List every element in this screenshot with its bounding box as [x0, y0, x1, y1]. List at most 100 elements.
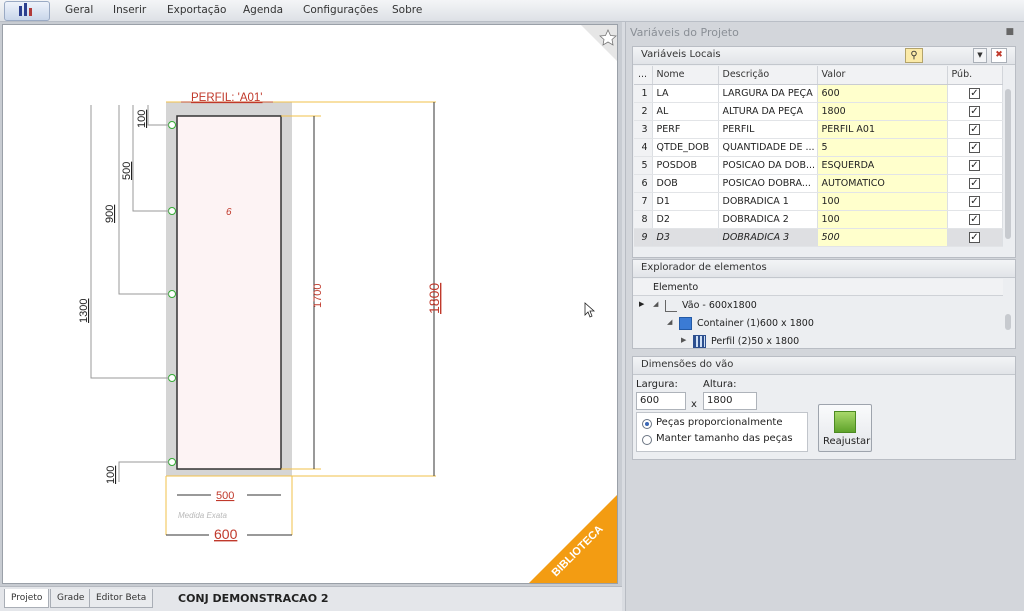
var-description[interactable]: DOBRADICA 3	[718, 228, 818, 247]
var-value[interactable]: 600	[817, 84, 948, 103]
dropdown-icon[interactable]: ▼	[973, 48, 987, 63]
var-name[interactable]: PERF	[652, 120, 719, 139]
var-public-checkbox[interactable]: ✓	[947, 138, 1003, 157]
menu-configuracoes[interactable]: Configurações	[303, 4, 378, 16]
height-input[interactable]: 1800	[703, 392, 757, 410]
var-public-checkbox[interactable]: ✓	[947, 84, 1003, 103]
table-row[interactable]: 3 PERF PERFIL PERFIL A01 ✓	[634, 120, 1003, 139]
table-row[interactable]: 2 AL ALTURA DA PEÇA 1800 ✓	[634, 102, 1003, 121]
var-public-checkbox[interactable]: ✓	[947, 174, 1003, 193]
var-description[interactable]: DOBRADICA 2	[718, 210, 818, 229]
radio-proportional-label[interactable]: Peças proporcionalmente	[656, 417, 783, 428]
tree-item-vao[interactable]: ▶ ◢ Vão - 600x1800	[637, 298, 1003, 316]
drawing-canvas[interactable]: 100 500 900 1300 100 PERFIL: 'A01' 6 170…	[2, 24, 618, 584]
var-name[interactable]: D2	[652, 210, 719, 229]
col-nome[interactable]: Nome	[652, 66, 719, 85]
readjust-button[interactable]: Reajustar	[818, 404, 872, 452]
tab-projeto[interactable]: Projeto	[4, 589, 50, 608]
delete-icon[interactable]: ✖	[991, 48, 1007, 63]
panel-piece[interactable]	[176, 115, 282, 470]
var-description[interactable]: POSICAO DA DOB...	[718, 156, 818, 175]
col-pub[interactable]: Púb.	[947, 66, 1003, 85]
explorer-scrollbar[interactable]	[1003, 298, 1013, 348]
col-descricao[interactable]: Descrição	[718, 66, 818, 85]
checkbox-icon[interactable]: ✓	[969, 195, 980, 207]
var-description[interactable]: POSICAO DOBRA...	[718, 174, 818, 193]
menu-geral[interactable]: Geral	[65, 4, 93, 16]
var-public-checkbox[interactable]: ✓	[947, 156, 1003, 175]
var-value[interactable]: 100	[817, 192, 948, 211]
col-index[interactable]: ...	[634, 66, 653, 85]
dim-1800: 1800	[426, 283, 442, 314]
var-value[interactable]: 100	[817, 210, 948, 229]
table-row[interactable]: 7 D1 DOBRADICA 1 100 ✓	[634, 192, 1003, 211]
var-name[interactable]: POSDOB	[652, 156, 719, 175]
table-row[interactable]: 6 DOB POSICAO DOBRA... AUTOMATICO ✓	[634, 174, 1003, 193]
var-value[interactable]: AUTOMATICO	[817, 174, 948, 193]
checkbox-icon[interactable]: ✓	[969, 141, 980, 153]
menu-inserir[interactable]: Inserir	[113, 4, 146, 16]
search-icon[interactable]: ⚲	[905, 48, 923, 63]
var-name[interactable]: QTDE_DOB	[652, 138, 719, 157]
biblioteca-ribbon[interactable]	[527, 493, 618, 584]
collapse-icon[interactable]: ◢	[667, 318, 672, 326]
var-name[interactable]: LA	[652, 84, 719, 103]
checkbox-icon[interactable]: ✓	[969, 213, 980, 225]
pin-icon[interactable]: ■	[1005, 27, 1014, 37]
row-pointer-icon: ▶	[639, 300, 645, 308]
table-row[interactable]: 1 LA LARGURA DA PEÇA 600 ✓	[634, 84, 1003, 103]
var-description[interactable]: PERFIL	[718, 120, 818, 139]
hinge-4[interactable]	[168, 374, 176, 382]
var-description[interactable]: QUANTIDADE DE ...	[718, 138, 818, 157]
menu-agenda[interactable]: Agenda	[243, 4, 283, 16]
var-public-checkbox[interactable]: ✓	[947, 120, 1003, 139]
var-public-checkbox[interactable]: ✓	[947, 210, 1003, 229]
var-value[interactable]: 1800	[817, 102, 948, 121]
checkbox-icon[interactable]: ✓	[969, 123, 980, 135]
var-name[interactable]: D1	[652, 192, 719, 211]
var-value[interactable]: ESQUERDA	[817, 156, 948, 175]
var-value[interactable]: 500	[817, 228, 948, 247]
radio-keep-size[interactable]	[642, 435, 652, 445]
var-value[interactable]: PERFIL A01	[817, 120, 948, 139]
tab-grade[interactable]: Grade	[50, 589, 92, 608]
table-row[interactable]: 9 D3 DOBRADICA 3 500 ✓	[634, 228, 1003, 247]
var-name[interactable]: DOB	[652, 174, 719, 193]
variables-scrollbar[interactable]	[1003, 85, 1013, 257]
height-label: Altura:	[703, 379, 737, 390]
var-public-checkbox[interactable]: ✓	[947, 102, 1003, 121]
checkbox-icon[interactable]: ✓	[969, 177, 980, 189]
table-row[interactable]: 8 D2 DOBRADICA 2 100 ✓	[634, 210, 1003, 229]
menu-sobre[interactable]: Sobre	[392, 4, 422, 16]
tab-editor-beta[interactable]: Editor Beta	[89, 589, 154, 608]
checkbox-icon[interactable]: ✓	[969, 231, 980, 243]
expand-icon[interactable]: ▶	[681, 336, 686, 344]
var-description[interactable]: ALTURA DA PEÇA	[718, 102, 818, 121]
dim-100-bottom: 100	[105, 466, 117, 484]
checkbox-icon[interactable]: ✓	[969, 105, 980, 117]
hinge-5[interactable]	[168, 458, 176, 466]
tree-item-container[interactable]: ◢ Container (1)600 x 1800	[637, 316, 1003, 334]
var-value[interactable]: 5	[817, 138, 948, 157]
radio-proportional[interactable]	[642, 419, 652, 429]
menu-exportacao[interactable]: Exportação	[167, 4, 226, 16]
checkbox-icon[interactable]: ✓	[969, 87, 980, 99]
var-name[interactable]: AL	[652, 102, 719, 121]
hinge-2[interactable]	[168, 207, 176, 215]
collapse-icon[interactable]: ◢	[653, 300, 658, 308]
col-valor[interactable]: Valor	[817, 66, 948, 85]
var-public-checkbox[interactable]: ✓	[947, 228, 1003, 247]
width-input[interactable]: 600	[636, 392, 686, 410]
table-row[interactable]: 4 QTDE_DOB QUANTIDADE DE ... 5 ✓	[634, 138, 1003, 157]
hinge-1[interactable]	[168, 121, 176, 129]
table-row[interactable]: 5 POSDOB POSICAO DA DOB... ESQUERDA ✓	[634, 156, 1003, 175]
checkbox-icon[interactable]: ✓	[969, 159, 980, 171]
var-name[interactable]: D3	[652, 228, 719, 247]
app-logo-icon[interactable]	[4, 1, 50, 21]
radio-keep-size-label[interactable]: Manter tamanho das peças	[656, 433, 793, 444]
var-public-checkbox[interactable]: ✓	[947, 192, 1003, 211]
var-description[interactable]: DOBRADICA 1	[718, 192, 818, 211]
tree-item-perfil[interactable]: ▶ Perfil (2)50 x 1800	[637, 334, 1003, 352]
hinge-3[interactable]	[168, 290, 176, 298]
var-description[interactable]: LARGURA DA PEÇA	[718, 84, 818, 103]
